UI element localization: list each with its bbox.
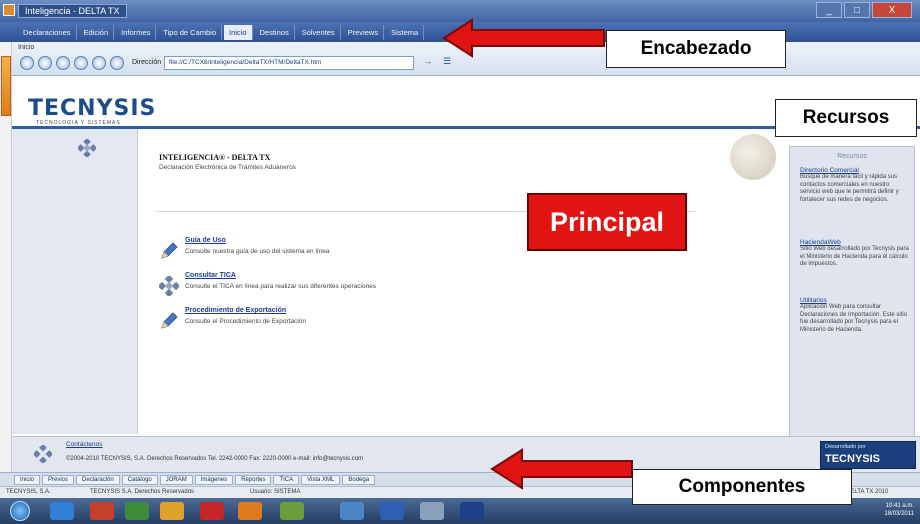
menu-solventes[interactable]: Solventes bbox=[297, 24, 341, 40]
menu-sistema[interactable]: Sistema bbox=[386, 24, 425, 40]
link-title[interactable]: Consultar TICA bbox=[185, 272, 236, 279]
go-button[interactable]: → bbox=[420, 56, 436, 70]
link-title[interactable]: Guía de Uso bbox=[185, 237, 226, 244]
resource-utilitarios: Utilitarios Aplicación Web para consulta… bbox=[800, 297, 910, 334]
badge-caption: Desarrollado por bbox=[825, 444, 866, 450]
menu-destinos[interactable]: Destinos bbox=[255, 24, 295, 40]
annotation-encabezado: Encabezado bbox=[606, 30, 786, 68]
close-button[interactable]: X bbox=[872, 2, 912, 18]
page-subtitle: Declaración Electrónica de Trámites Adua… bbox=[159, 164, 296, 171]
link-consultar-tica[interactable]: Consultar TICA Consulte el TICA en línea… bbox=[159, 272, 499, 300]
page-footer: Contáctenos ©2004-2010 TECNYSIS, S.A. De… bbox=[12, 436, 920, 472]
tab-reportes[interactable]: Reportes bbox=[235, 474, 272, 485]
link-description: Consulte el Procedimiento de Exportación bbox=[185, 318, 307, 325]
app-icon[interactable] bbox=[420, 502, 444, 520]
word-icon[interactable] bbox=[380, 502, 404, 520]
resource-description: Busque de manera fácil y rápida sus cont… bbox=[800, 174, 899, 203]
resource-link[interactable]: Directorio Comercial bbox=[800, 167, 910, 174]
contact-link[interactable]: Contáctenos bbox=[66, 441, 103, 448]
status-version: DELTA TX 2010 bbox=[846, 489, 889, 495]
link-description: Consulte el TICA en línea para realizar … bbox=[185, 283, 377, 290]
toolbar-inicio-label: Inicio bbox=[18, 44, 35, 51]
annotation-principal: Principal bbox=[527, 193, 687, 251]
resource-haciendaweb: HaciendaWeb Sitio Web desarrollado por T… bbox=[800, 239, 910, 269]
ie-icon[interactable] bbox=[50, 502, 74, 520]
app-icon bbox=[3, 4, 15, 16]
folder-icon[interactable] bbox=[160, 502, 184, 520]
status-company: TECNYSIS, S.A. bbox=[6, 489, 51, 495]
tab-vista-xml[interactable]: Vista XML bbox=[301, 474, 341, 485]
tab-joram[interactable]: JORAM bbox=[159, 474, 193, 485]
home-icon[interactable] bbox=[92, 56, 106, 70]
tecnysis-diamond-icon bbox=[159, 276, 179, 296]
link-description: Consulte nuestra guía de uso del sistema… bbox=[185, 248, 330, 255]
minimize-button[interactable]: _ bbox=[816, 2, 842, 18]
powerpoint-icon[interactable] bbox=[238, 502, 262, 520]
status-user: Usuario: SISTEMA bbox=[250, 489, 301, 495]
main-panel: INTELIGENCIA® - DELTA TX Declaración Ele… bbox=[139, 129, 789, 434]
forward-icon[interactable] bbox=[38, 56, 52, 70]
address-input[interactable]: file://C:/TCX8/Inteligencia/DeltaTX/HTM/… bbox=[164, 56, 414, 70]
tab-catalogo[interactable]: Catálogo bbox=[121, 474, 158, 485]
resource-description: Sitio Web desarrollado por Tecnysis para… bbox=[800, 246, 909, 267]
menu-declaraciones[interactable]: Declaraciones bbox=[18, 24, 77, 40]
link-title[interactable]: Procedimiento de Exportación bbox=[185, 307, 286, 314]
menu-edicion[interactable]: Edición bbox=[79, 24, 115, 40]
left-column bbox=[12, 129, 138, 434]
tab-imagenes[interactable]: Imágenes bbox=[194, 474, 234, 485]
resource-link[interactable]: HaciendaWeb bbox=[800, 239, 910, 246]
resource-description: Aplicación Web para consultar Declaracio… bbox=[800, 304, 908, 333]
chrome-icon[interactable] bbox=[90, 502, 114, 520]
app-icon[interactable] bbox=[125, 502, 149, 520]
menu-previews[interactable]: Previews bbox=[343, 24, 385, 40]
back-icon[interactable] bbox=[20, 56, 34, 70]
tab-inicio[interactable]: Inicio bbox=[14, 474, 41, 485]
status-rights: TECNYSIS S.A. Derechos Reservados bbox=[90, 489, 195, 495]
tab-bodega[interactable]: Bodega bbox=[342, 474, 376, 485]
refresh-icon[interactable] bbox=[74, 56, 88, 70]
pdf-icon[interactable] bbox=[200, 502, 224, 520]
resource-directorio-comercial: Directorio Comercial Busque de manera fá… bbox=[800, 167, 910, 204]
side-panel-tab[interactable] bbox=[1, 56, 11, 116]
menu-informes[interactable]: Informes bbox=[116, 24, 157, 40]
link-guia-de-uso[interactable]: Guía de Uso Consulte nuestra guía de uso… bbox=[159, 237, 499, 265]
app-icon[interactable] bbox=[340, 502, 364, 520]
tecnysis-diamond-icon bbox=[78, 139, 96, 157]
menu-tipo-de-cambio[interactable]: Tipo de Cambio bbox=[158, 24, 222, 40]
start-button[interactable] bbox=[10, 501, 30, 521]
clock-time: 10:41 a.m. bbox=[885, 503, 914, 509]
maximize-button[interactable]: □ bbox=[844, 2, 870, 18]
annotation-arrow-encabezado bbox=[442, 18, 605, 58]
annotation-arrow-componentes bbox=[490, 448, 633, 490]
address-label: Dirección bbox=[132, 59, 162, 66]
pencil-icon bbox=[161, 312, 178, 329]
left-side-strip bbox=[0, 42, 12, 482]
resources-panel: Recursos Directorio Comercial Busque de … bbox=[789, 146, 915, 438]
page-title: INTELIGENCIA® - DELTA TX bbox=[159, 153, 271, 162]
resources-heading: Recursos bbox=[837, 153, 867, 160]
resource-link[interactable]: Utilitarios bbox=[800, 297, 910, 304]
tecnysis-logo: TECNYSIS bbox=[28, 96, 157, 121]
app-icon[interactable] bbox=[460, 502, 484, 520]
tab-declaracion[interactable]: Declaración bbox=[76, 474, 120, 485]
clock-date: 18/03/2011 bbox=[884, 511, 914, 517]
stop-icon[interactable] bbox=[56, 56, 70, 70]
link-procedimiento-exportacion[interactable]: Procedimiento de Exportación Consulte el… bbox=[159, 307, 499, 335]
annotation-recursos: Recursos bbox=[775, 99, 917, 137]
app-icon[interactable] bbox=[280, 502, 304, 520]
developer-badge[interactable]: Desarrollado por TECNYSIS bbox=[820, 441, 916, 469]
tab-tica[interactable]: TICA bbox=[273, 474, 300, 485]
footer-copyright: ©2004-2010 TECNYSIS, S.A. Derechos Reser… bbox=[66, 456, 364, 462]
decorative-globe-image bbox=[730, 134, 776, 180]
window-controls: _ □ X bbox=[816, 2, 912, 18]
print-icon[interactable] bbox=[110, 56, 124, 70]
annotation-componentes: Componentes bbox=[632, 469, 852, 505]
window-title: Inteligencia - DELTA TX bbox=[18, 4, 127, 18]
menu-inicio[interactable]: Inicio bbox=[224, 24, 253, 40]
badge-logo: TECNYSIS bbox=[825, 453, 881, 465]
system-clock[interactable]: 10:41 a.m. 18/03/2011 bbox=[884, 502, 914, 518]
tecnysis-diamond-icon bbox=[34, 445, 52, 463]
pencil-icon bbox=[161, 242, 178, 259]
tab-previos[interactable]: Previos bbox=[42, 474, 75, 485]
